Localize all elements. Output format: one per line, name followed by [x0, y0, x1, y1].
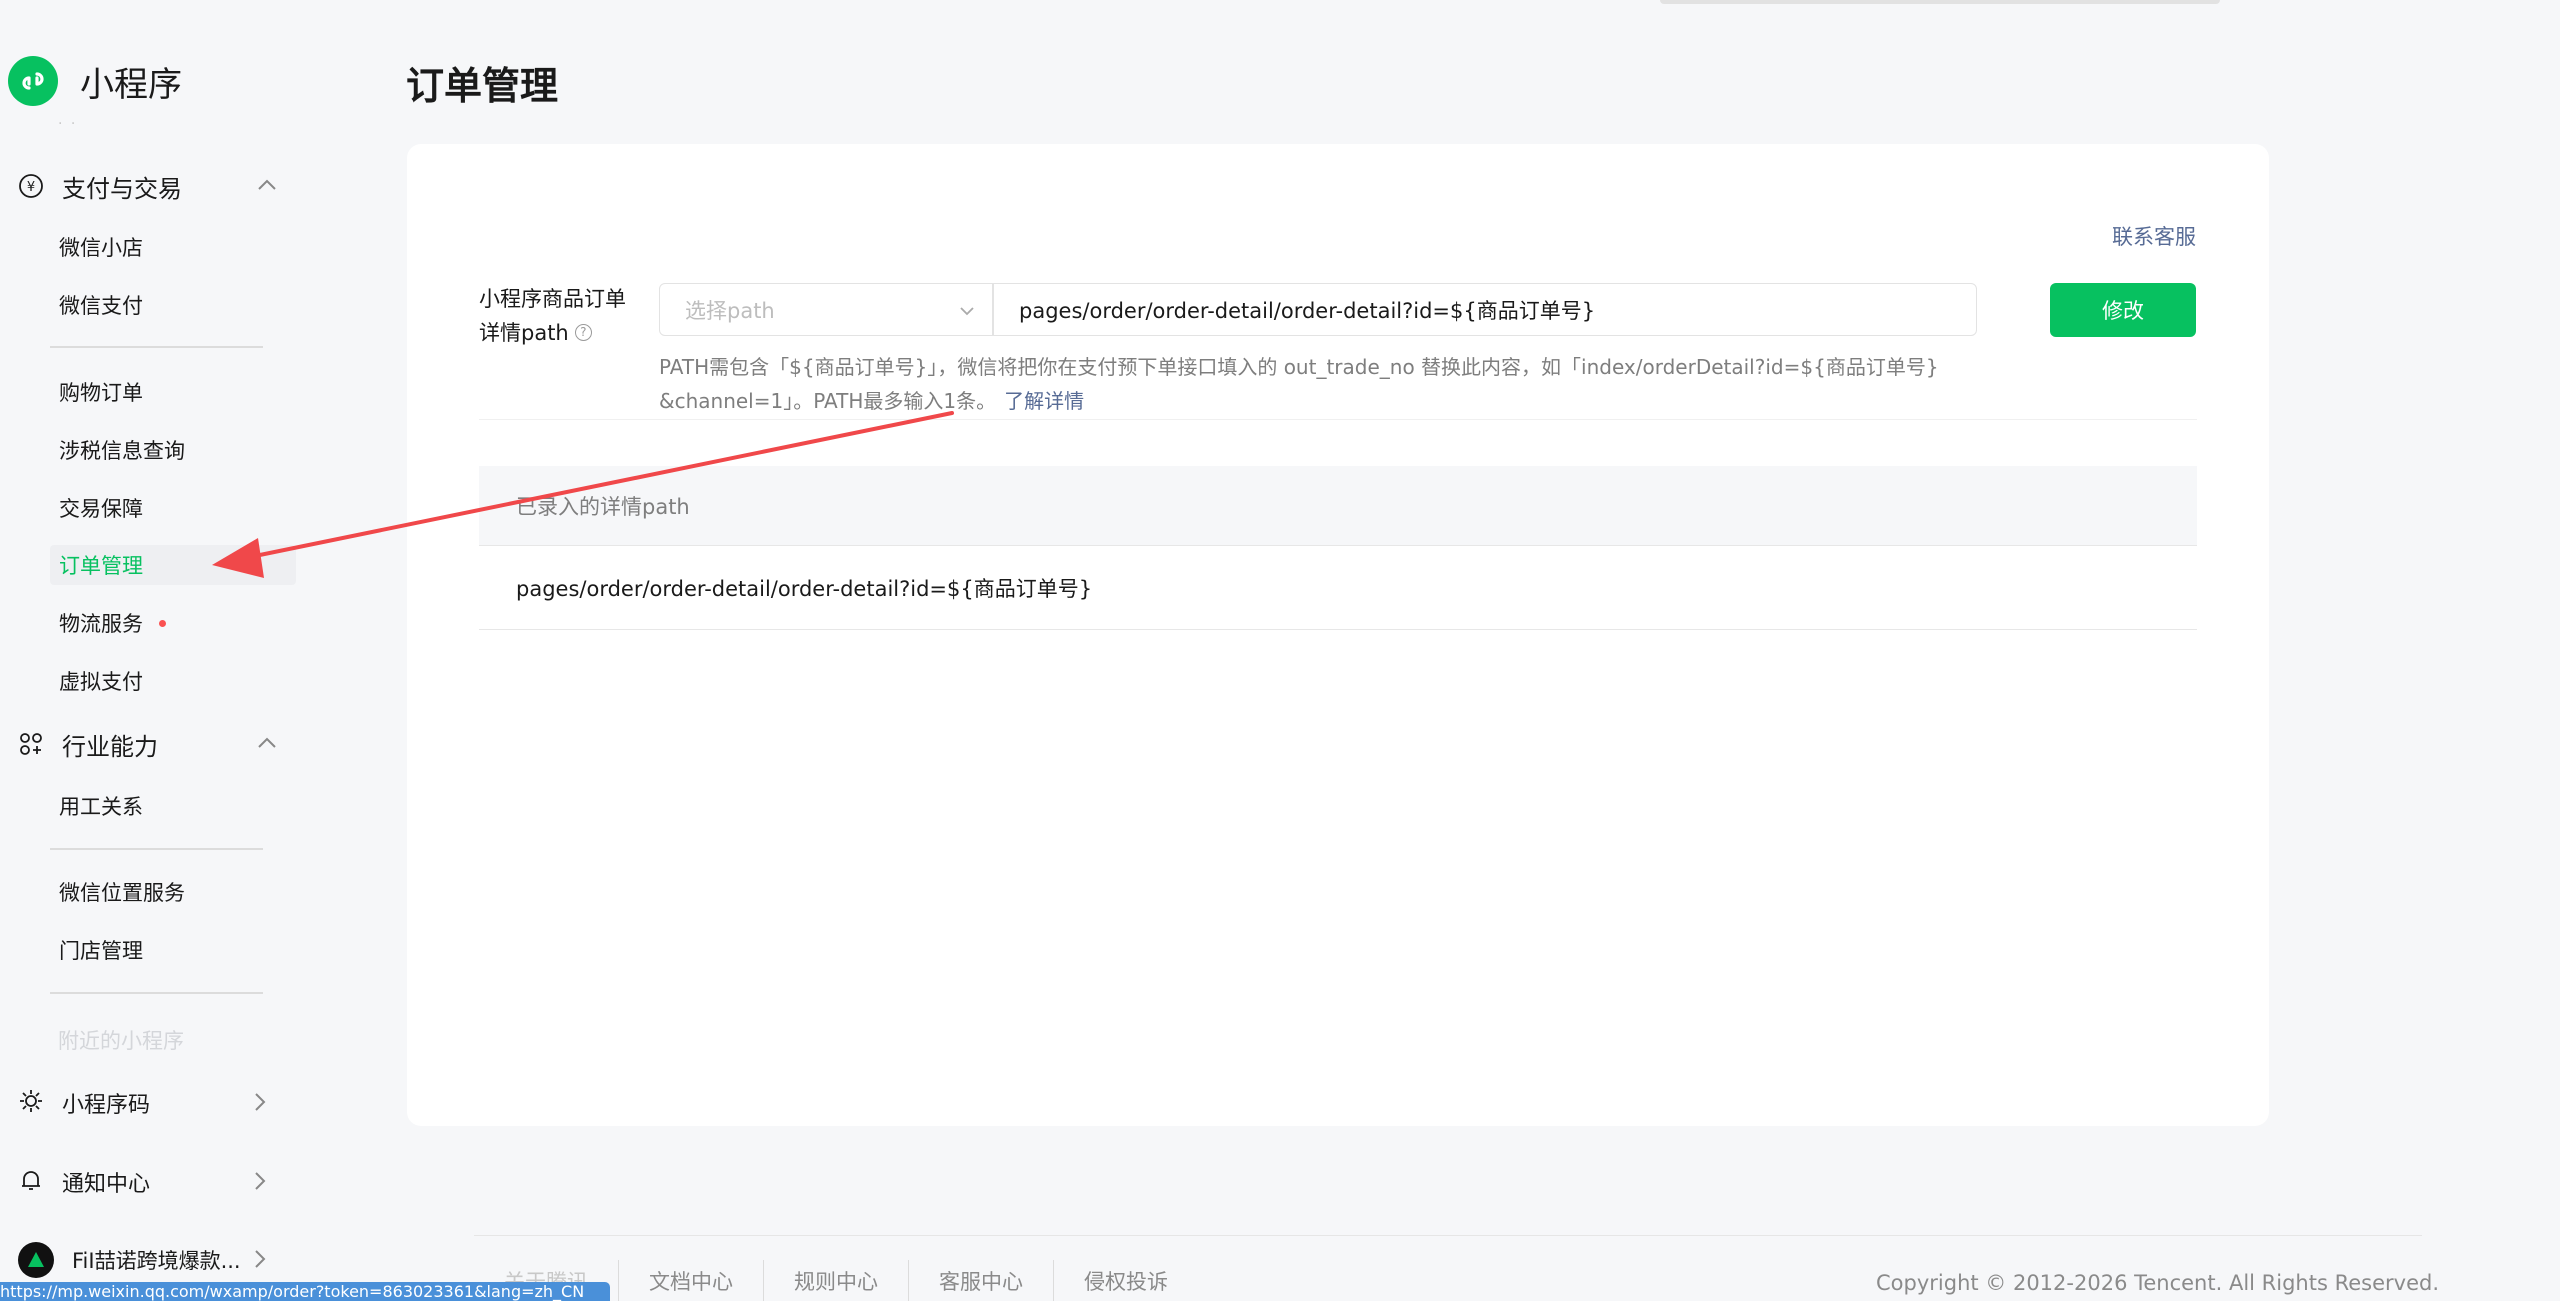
sidebar-item-order-management[interactable]: 订单管理 — [50, 545, 296, 585]
group-industry[interactable]: 行业能力 — [18, 722, 278, 766]
form-label: 小程序商品订单 详情path? — [479, 282, 649, 350]
path-hint: PATH需包含「${商品订单号}」，微信将把你在支付预下单接口填入的 out_t… — [659, 350, 1979, 418]
footer-divider — [474, 1235, 2422, 1236]
overlay-shadow — [1660, 0, 2220, 4]
copyright: Copyright © 2012-2026 Tencent. All Right… — [1876, 1271, 2439, 1295]
footer-link-rules[interactable]: 规则中心 — [763, 1260, 908, 1301]
sidebar-item-virtual-pay[interactable]: 虚拟支付 — [50, 661, 296, 701]
account-name: FiI喆诺跨境爆款... — [72, 1249, 241, 1273]
sun-icon — [18, 1088, 44, 1118]
mini-program-logo-icon — [8, 56, 58, 106]
chevron-right-icon — [248, 1091, 270, 1117]
hint-line2: &channel=1」。PATH最多输入1条。 — [659, 389, 997, 413]
group-payment[interactable]: ¥ 支付与交易 — [18, 164, 278, 208]
nav-divider — [50, 848, 263, 850]
sidebar-item-weixin-shop[interactable]: 微信小店 — [50, 227, 296, 267]
chevron-right-icon — [248, 1248, 270, 1274]
table-row: pages/order/order-detail/order-detail?id… — [479, 546, 2197, 630]
footer-link-service[interactable]: 客服中心 — [908, 1260, 1053, 1301]
table-header: 已录入的详情path — [479, 466, 2197, 546]
sidebar-item-employment[interactable]: 用工关系 — [50, 786, 296, 826]
sidebar-item-nearby-faded: 附近的小程序 — [58, 1029, 184, 1053]
path-select-placeholder: 选择path — [685, 298, 775, 323]
footer-link-infringement[interactable]: 侵权投诉 — [1053, 1260, 1198, 1301]
qrcode-label: 小程序码 — [62, 1093, 151, 1118]
sidebar-qrcode[interactable]: 小程序码 — [18, 1081, 270, 1125]
sidebar-item-label: 物流服务 — [59, 612, 143, 636]
sidebar-item-tax-query[interactable]: 涉税信息查询 — [50, 430, 296, 470]
footer-link-docs[interactable]: 文档中心 — [618, 1260, 763, 1301]
brand-title: 小程序 — [80, 64, 182, 105]
sidebar: 小程序 · · ¥ 支付与交易 微信小店 微信支付 购物订单 涉税信息查询 交易… — [0, 0, 340, 1301]
sidebar-notify[interactable]: 通知中心 — [18, 1160, 270, 1204]
form-label-line2: 详情path — [479, 321, 569, 345]
brand[interactable]: 小程序 — [8, 56, 182, 106]
yen-circle-icon: ¥ — [18, 173, 44, 199]
form-label-line1: 小程序商品订单 — [479, 287, 626, 311]
nav-divider — [50, 346, 263, 348]
sidebar-account[interactable]: FiI喆诺跨境爆款... — [18, 1238, 270, 1282]
avatar — [18, 1242, 54, 1278]
sidebar-item-trade-guarantee[interactable]: 交易保障 — [50, 488, 296, 528]
group-payment-label: 支付与交易 — [62, 174, 182, 203]
bell-icon — [18, 1167, 44, 1197]
sidebar-item-store-management[interactable]: 门店管理 — [50, 930, 296, 970]
svg-text:¥: ¥ — [27, 180, 35, 195]
sidebar-item-logistics[interactable]: 物流服务 — [50, 603, 296, 643]
notify-label: 通知中心 — [62, 1172, 151, 1197]
notification-dot — [159, 619, 166, 627]
page-title: 订单管理 — [406, 64, 559, 108]
chevron-up-icon[interactable] — [256, 732, 278, 758]
sidebar-item-location-service[interactable]: 微信位置服务 — [50, 872, 296, 912]
sidebar-item-shopping-order[interactable]: 购物订单 — [50, 372, 296, 412]
status-bar-url: https://mp.weixin.qq.com/wxamp/order?tok… — [0, 1282, 610, 1301]
path-select[interactable]: 选择path — [659, 283, 993, 336]
help-icon[interactable]: ? — [574, 324, 592, 341]
sidebar-item-weixin-pay[interactable]: 微信支付 — [50, 285, 296, 325]
chevron-down-icon — [958, 302, 976, 324]
learn-more-link[interactable]: 了解详情 — [1004, 389, 1084, 413]
hint-line1: PATH需包含「${商品订单号}」，微信将把你在支付预下单接口填入的 out_t… — [659, 355, 1939, 379]
path-input[interactable] — [993, 283, 1977, 336]
modify-button[interactable]: 修改 — [2050, 283, 2196, 337]
nav-divider — [50, 992, 263, 994]
chevron-up-icon[interactable] — [256, 174, 278, 200]
chevron-right-icon — [248, 1170, 270, 1196]
contact-service-link[interactable]: 联系客服 — [2112, 221, 2196, 251]
industry-icon — [18, 731, 44, 757]
group-industry-label: 行业能力 — [62, 732, 158, 761]
faded-scroll-text: · · — [58, 116, 78, 132]
